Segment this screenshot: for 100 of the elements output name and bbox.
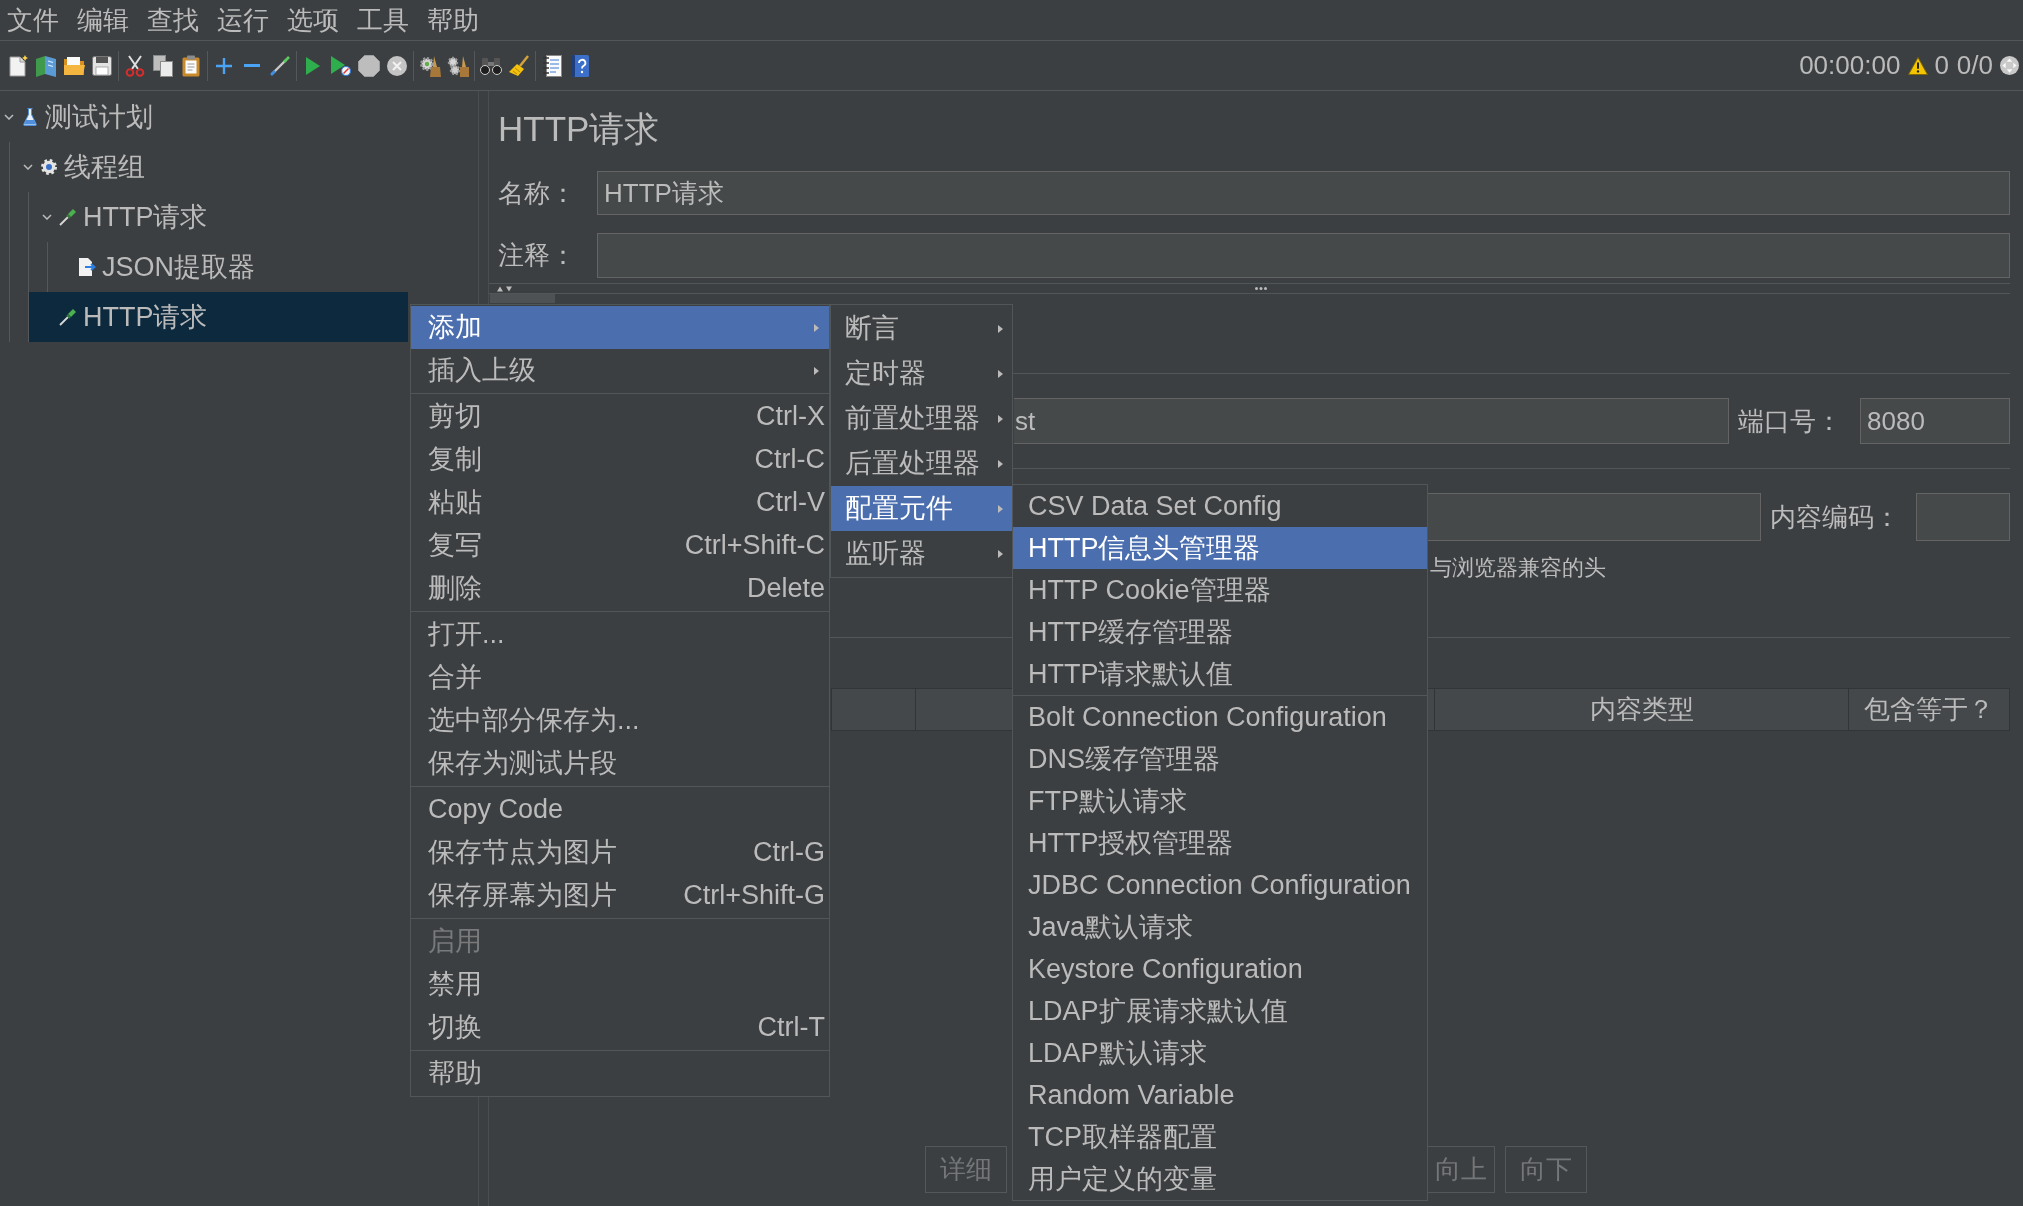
menu-item[interactable]: DNS缓存管理器: [1013, 738, 1427, 780]
shortcut-label: Ctrl+Shift-C: [684, 529, 825, 563]
menu-item[interactable]: 切换 Ctrl-T: [411, 1006, 829, 1049]
menu-item[interactable]: 保存节点为图片 Ctrl-G: [411, 831, 829, 874]
menu-item[interactable]: 断言: [831, 306, 1012, 351]
menu-item[interactable]: 文件: [7, 0, 59, 40]
field-label: 注释：: [498, 240, 576, 270]
option-label: 与浏览器兼容的头: [1430, 553, 1606, 582]
tree-item[interactable]: HTTP请求: [29, 292, 408, 342]
menu-item[interactable]: 保存屏幕为图片 Ctrl+Shift-G: [411, 874, 829, 917]
stop-sign-icon[interactable]: [358, 54, 380, 77]
menu-item[interactable]: LDAP默认请求: [1013, 1032, 1427, 1074]
clipboard-icon[interactable]: [182, 54, 200, 77]
menu-item[interactable]: 添加: [411, 306, 829, 349]
menu-item[interactable]: 禁用: [411, 963, 829, 1006]
gear-icon: [40, 158, 58, 176]
column-header[interactable]: 内容类型: [1435, 688, 1849, 731]
menu-item[interactable]: HTTP Cookie管理器: [1013, 569, 1427, 611]
menu-item[interactable]: Bolt Connection Configuration: [1013, 696, 1427, 738]
menu-item[interactable]: 打开...: [411, 613, 829, 656]
menu-item[interactable]: 复写 Ctrl+Shift-C: [411, 524, 829, 567]
menu-item[interactable]: Copy Code: [411, 788, 829, 831]
menu-item[interactable]: 删除 Delete: [411, 567, 829, 610]
menu-item[interactable]: 选项: [287, 0, 339, 40]
play-badge-icon[interactable]: [331, 55, 351, 76]
menu-item[interactable]: TCP取样器配置: [1013, 1116, 1427, 1158]
menu-item[interactable]: 运行: [217, 0, 269, 40]
scissors-icon[interactable]: [125, 54, 145, 77]
gear-brush-icon[interactable]: [419, 54, 441, 77]
copy-icon[interactable]: [153, 54, 173, 77]
menu-item[interactable]: JDBC Connection Configuration: [1013, 864, 1427, 906]
folder-icon[interactable]: [63, 55, 85, 76]
menu-item[interactable]: 查找: [147, 0, 199, 40]
new-file-icon[interactable]: [8, 54, 28, 77]
menu-item[interactable]: 编辑: [77, 0, 129, 40]
notepad-icon[interactable]: [542, 54, 562, 77]
book-icon[interactable]: [35, 54, 57, 77]
pipette-icon: [59, 308, 77, 326]
tree-item[interactable]: HTTP请求: [29, 192, 408, 242]
menu-item[interactable]: Random Variable: [1013, 1074, 1427, 1116]
menu-item[interactable]: 插入上级: [411, 349, 829, 392]
menu-item[interactable]: 粘贴 Ctrl-V: [411, 481, 829, 524]
field-label: 名称：: [498, 177, 576, 208]
column-header[interactable]: 包含等于？: [1849, 688, 2010, 731]
menu-item[interactable]: 合并: [411, 656, 829, 699]
panel-title: HTTP请求: [498, 107, 660, 150]
error-count: 0: [1934, 49, 1949, 82]
tree-item[interactable]: 测试计划: [0, 92, 408, 142]
pen-icon[interactable]: [270, 55, 290, 76]
menu-item[interactable]: HTTP请求默认值: [1013, 653, 1427, 695]
tree-item[interactable]: 线程组: [10, 142, 408, 192]
menu-item[interactable]: Keystore Configuration: [1013, 948, 1427, 990]
close-circle-icon[interactable]: [387, 55, 407, 76]
play-icon[interactable]: [306, 56, 320, 75]
menu-item[interactable]: 工具: [357, 0, 409, 40]
menu-item[interactable]: 帮助: [411, 1052, 829, 1095]
menu-item[interactable]: 监听器: [831, 531, 1012, 576]
shortcut-label: Ctrl-G: [753, 836, 825, 870]
menu-item[interactable]: 复制 Ctrl-C: [411, 438, 829, 481]
comment-field[interactable]: [597, 233, 2010, 278]
arrows-circle-icon[interactable]: [2000, 56, 2019, 75]
menu-item[interactable]: 定时器: [831, 351, 1012, 396]
menu-item[interactable]: HTTP授权管理器: [1013, 822, 1427, 864]
menu-item[interactable]: 用户定义的变量: [1013, 1158, 1427, 1200]
shortcut-label: Ctrl-X: [756, 400, 825, 434]
menu-item[interactable]: HTTP信息头管理器: [1013, 527, 1427, 569]
help-icon[interactable]: [571, 54, 589, 77]
menu-item[interactable]: 前置处理器: [831, 396, 1012, 441]
chevron-down-icon[interactable]: [42, 214, 52, 220]
broom-icon[interactable]: [508, 54, 530, 77]
menu-item[interactable]: 剪切 Ctrl-X: [411, 395, 829, 438]
menu-item[interactable]: CSV Data Set Config: [1013, 485, 1427, 527]
tree-item[interactable]: JSON提取器: [48, 242, 408, 292]
encoding-field[interactable]: [1916, 493, 2010, 541]
name-field[interactable]: HTTP请求: [597, 171, 2010, 215]
menu-item[interactable]: 配置元件: [831, 486, 1012, 531]
menu-item[interactable]: HTTP缓存管理器: [1013, 611, 1427, 653]
chevron-down-icon[interactable]: [23, 164, 33, 170]
menu-item[interactable]: FTP默认请求: [1013, 780, 1427, 822]
menu-item[interactable]: 后置处理器: [831, 441, 1012, 486]
field-label: 端口号：: [1738, 404, 1842, 438]
shortcut-label: Delete: [746, 572, 825, 606]
gears-brush-icon[interactable]: [447, 54, 469, 77]
menu-item[interactable]: Java默认请求: [1013, 906, 1427, 948]
binoculars-icon[interactable]: [480, 56, 502, 75]
pipette-icon: [59, 208, 77, 226]
menu-item[interactable]: LDAP扩展请求默认值: [1013, 990, 1427, 1032]
thread-count: 0/0: [1956, 49, 1993, 82]
warning-icon: [1908, 56, 1929, 75]
chevron-down-icon[interactable]: [4, 114, 14, 120]
menu-item[interactable]: 帮助: [427, 0, 479, 40]
input-field[interactable]: [1428, 493, 1761, 541]
menu-item[interactable]: 保存为测试片段: [411, 742, 829, 785]
field-label: 内容编码：: [1770, 500, 1900, 534]
menu-item[interactable]: 选中部分保存为...: [411, 699, 829, 742]
grip-dots-icon[interactable]: [1255, 287, 1267, 290]
split-arrows-icon[interactable]: [497, 285, 512, 292]
server-field[interactable]: st: [1014, 398, 1729, 444]
plus-icon[interactable]: [216, 57, 232, 74]
port-field[interactable]: 8080: [1860, 398, 2010, 444]
